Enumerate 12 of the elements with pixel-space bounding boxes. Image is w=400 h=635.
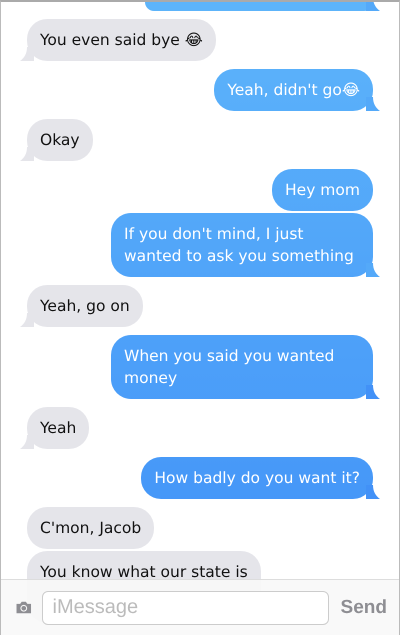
bubble-tail <box>20 47 34 61</box>
send-button[interactable]: Send <box>338 596 389 618</box>
bubble-tail <box>20 313 34 327</box>
bubble-tail <box>20 435 34 449</box>
bubble-tail <box>366 385 380 399</box>
message-input[interactable]: iMessage <box>42 590 329 624</box>
bubble-tail <box>366 485 380 499</box>
received-message: C'mon, Jacob <box>27 507 154 549</box>
bubble-tail <box>20 147 34 161</box>
bubble-tail <box>366 263 380 277</box>
sent-message: Hey mom <box>272 169 373 211</box>
bubble-tail <box>366 97 380 111</box>
